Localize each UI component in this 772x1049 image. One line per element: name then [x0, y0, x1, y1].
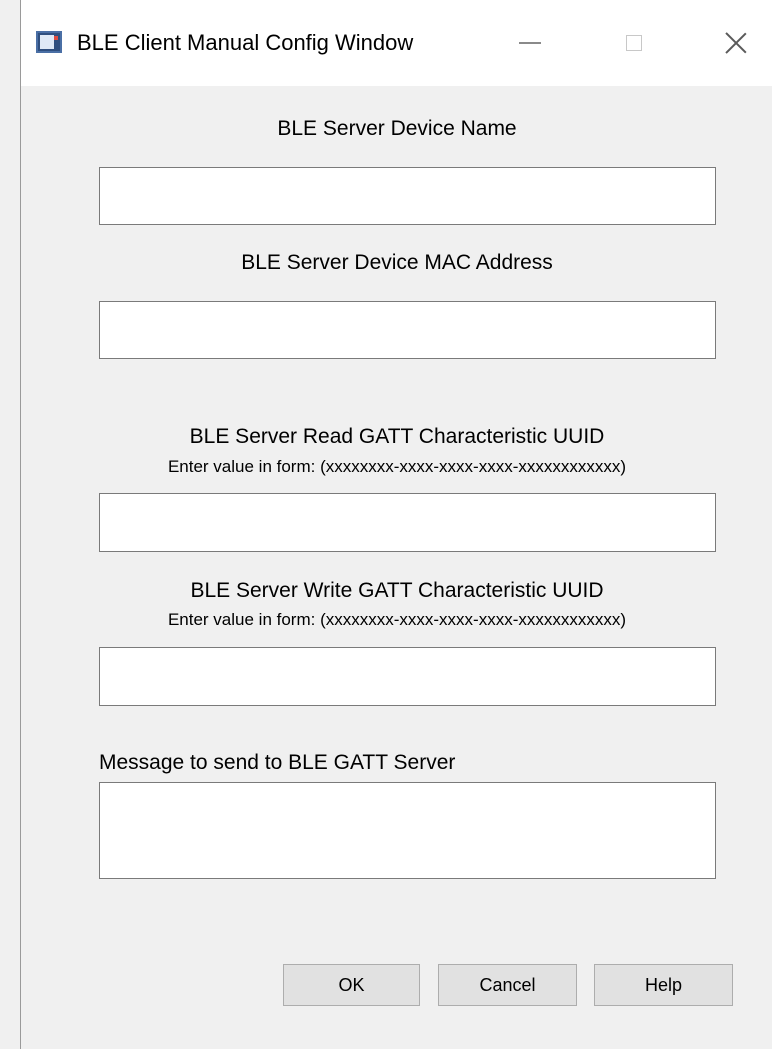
read-uuid-label: BLE Server Read GATT Characteristic UUID [189, 425, 605, 448]
app-window-icon[interactable] [36, 31, 62, 53]
read-uuid-input[interactable] [99, 493, 716, 552]
mac-address-input[interactable] [99, 301, 716, 359]
write-uuid-format-hint: Enter value in form: (xxxxxxxx-xxxx-xxxx… [167, 610, 627, 629]
title-bar[interactable]: BLE Client Manual Config Window [21, 0, 772, 86]
app-icon-pane [40, 35, 54, 49]
close-button[interactable] [701, 20, 771, 66]
maximize-button[interactable] [599, 20, 669, 66]
device-name-label: BLE Server Device Name [277, 117, 517, 140]
minimize-button[interactable] [495, 20, 565, 66]
write-uuid-input[interactable] [99, 647, 716, 706]
maximize-icon [626, 35, 642, 51]
write-uuid-label: BLE Server Write GATT Characteristic UUI… [190, 579, 604, 602]
help-button[interactable]: Help [594, 964, 733, 1006]
config-window: BLE Client Manual Config Window BLE Serv… [20, 0, 772, 1049]
cancel-button[interactable]: Cancel [438, 964, 577, 1006]
ok-button[interactable]: OK [283, 964, 420, 1006]
mac-address-label: BLE Server Device MAC Address [241, 251, 553, 274]
close-icon [724, 31, 748, 55]
message-label: Message to send to BLE GATT Server [99, 751, 456, 774]
minimize-icon [519, 42, 541, 44]
app-icon-dot [54, 36, 58, 40]
window-title: BLE Client Manual Config Window [77, 30, 414, 55]
message-input[interactable] [99, 782, 716, 879]
device-name-input[interactable] [99, 167, 716, 225]
read-uuid-format-hint: Enter value in form: (xxxxxxxx-xxxx-xxxx… [167, 457, 627, 476]
